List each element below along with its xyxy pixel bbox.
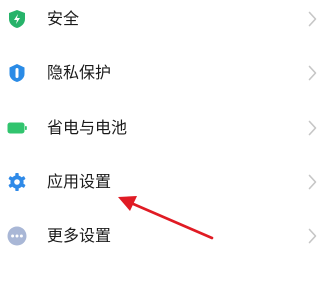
shield-bolt-icon (9, 10, 25, 28)
settings-item-label: 安全 (47, 9, 80, 28)
chevron-right-icon (308, 120, 317, 136)
settings-item-label: 隐私保护 (47, 63, 112, 82)
chevron-right-icon (308, 228, 317, 244)
settings-item-label: 应用设置 (47, 172, 112, 191)
battery-icon (7, 122, 27, 134)
more-dots-icon (7, 226, 27, 246)
settings-screen: 安全 隐私保护 省电与电池 应用设置 更多设置 (0, 0, 321, 308)
settings-item-label: 省电与电池 (47, 118, 128, 137)
chevron-right-icon (308, 65, 317, 81)
settings-item-security[interactable]: 安全 (0, 0, 321, 46)
chevron-right-icon (308, 11, 317, 27)
settings-item-more-settings[interactable]: 更多设置 (0, 209, 321, 263)
settings-item-app-settings[interactable]: 应用设置 (0, 155, 321, 209)
settings-item-battery[interactable]: 省电与电池 (0, 101, 321, 155)
gear-icon (8, 173, 26, 191)
settings-item-label: 更多设置 (47, 226, 112, 245)
chevron-right-icon (308, 174, 317, 190)
settings-item-privacy[interactable]: 隐私保护 (0, 46, 321, 100)
privacy-shield-icon (9, 64, 25, 82)
